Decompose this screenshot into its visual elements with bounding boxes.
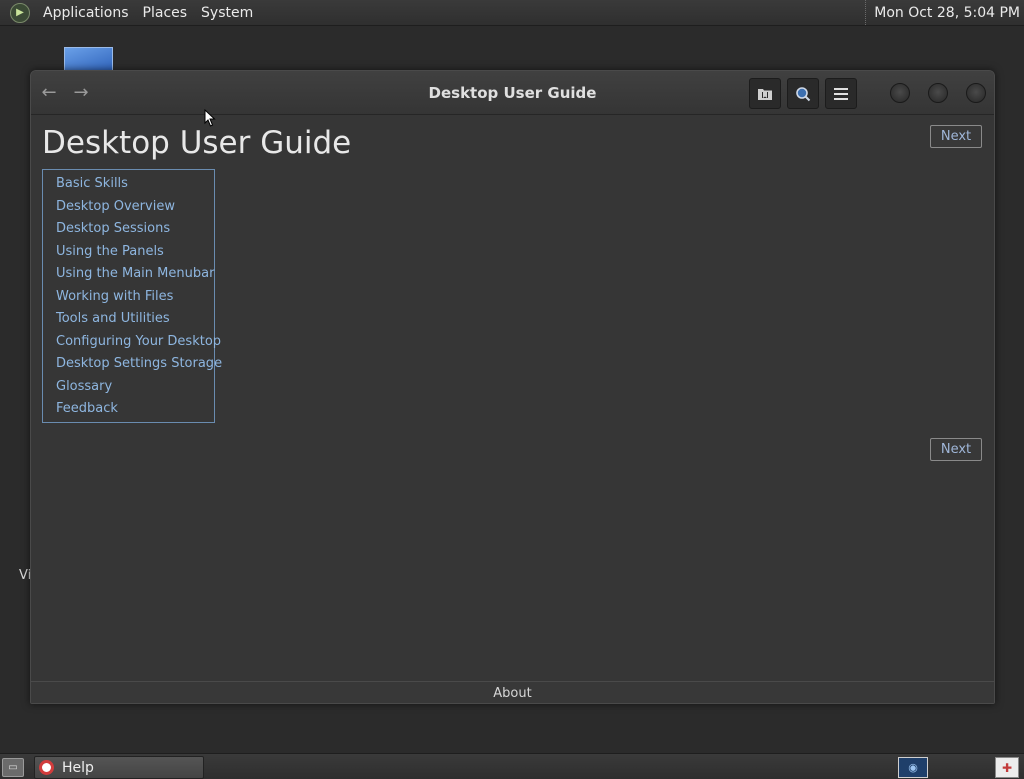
taskbar-item-label: Help [62, 759, 94, 776]
arrow-right-icon: → [73, 81, 89, 103]
toc-link-configuring-your-desktop[interactable]: Configuring Your Desktop [43, 331, 221, 354]
toc-link-feedback[interactable]: Feedback [43, 398, 214, 421]
about-link[interactable]: About [493, 686, 531, 701]
toc-link-desktop-settings-storage[interactable]: Desktop Settings Storage [43, 353, 222, 376]
mouse-cursor-icon [204, 109, 216, 127]
taskbar-item-help[interactable]: Help [34, 756, 204, 779]
close-button[interactable] [966, 83, 986, 103]
menu-applications[interactable]: Applications [36, 5, 136, 21]
page-footer: About [31, 681, 994, 703]
clock[interactable]: Mon Oct 28, 5:04 PM [865, 0, 1020, 25]
next-button-top[interactable]: Next [930, 125, 982, 148]
toc-link-basic-skills[interactable]: Basic Skills [43, 173, 214, 196]
menu-places[interactable]: Places [136, 5, 195, 21]
show-desktop-icon[interactable]: ▭ [2, 758, 24, 777]
bookmarks-button[interactable] [749, 78, 781, 109]
minimize-button[interactable] [890, 83, 910, 103]
bottom-panel: ▭ Help ◉ ✚ [0, 753, 1024, 779]
toc-link-using-the-panels[interactable]: Using the Panels [43, 241, 214, 264]
menu-system[interactable]: System [194, 5, 260, 21]
page-content: Desktop User Guide Next Basic Skills Des… [31, 115, 994, 681]
toc-link-desktop-sessions[interactable]: Desktop Sessions [43, 218, 214, 241]
arrow-left-icon: ← [41, 81, 57, 103]
maximize-button[interactable] [928, 83, 948, 103]
toc-link-glossary[interactable]: Glossary [43, 376, 214, 399]
trash-icon[interactable]: ✚ [995, 757, 1019, 778]
workspace-switcher-icon[interactable]: ◉ [898, 757, 928, 778]
bookmark-icon [758, 88, 772, 100]
hamburger-menu-icon [834, 87, 848, 100]
toc-link-tools-and-utilities[interactable]: Tools and Utilities [43, 308, 214, 331]
window-titlebar[interactable]: ← → Desktop User Guide [31, 71, 994, 115]
help-window: ← → Desktop User Guide Desktop User Guid… [30, 70, 995, 704]
table-of-contents: Basic Skills Desktop Overview Desktop Se… [42, 169, 222, 423]
window-menu-button[interactable] [825, 78, 857, 109]
next-button-bottom[interactable]: Next [930, 438, 982, 461]
toc-link-working-with-files[interactable]: Working with Files [43, 286, 214, 309]
back-button[interactable]: ← [35, 79, 63, 105]
applications-logo-icon[interactable]: ▶ [10, 2, 30, 23]
top-panel: ▶ Applications Places System Mon Oct 28,… [0, 0, 1024, 26]
toc-link-desktop-overview[interactable]: Desktop Overview [43, 196, 214, 219]
page-title: Desktop User Guide [42, 125, 352, 161]
search-icon [796, 86, 811, 101]
help-lifebuoy-icon [39, 760, 54, 775]
forward-button[interactable]: → [67, 79, 95, 105]
toc-link-using-the-main-menubar[interactable]: Using the Main Menubar [43, 263, 214, 286]
search-button[interactable] [787, 78, 819, 109]
